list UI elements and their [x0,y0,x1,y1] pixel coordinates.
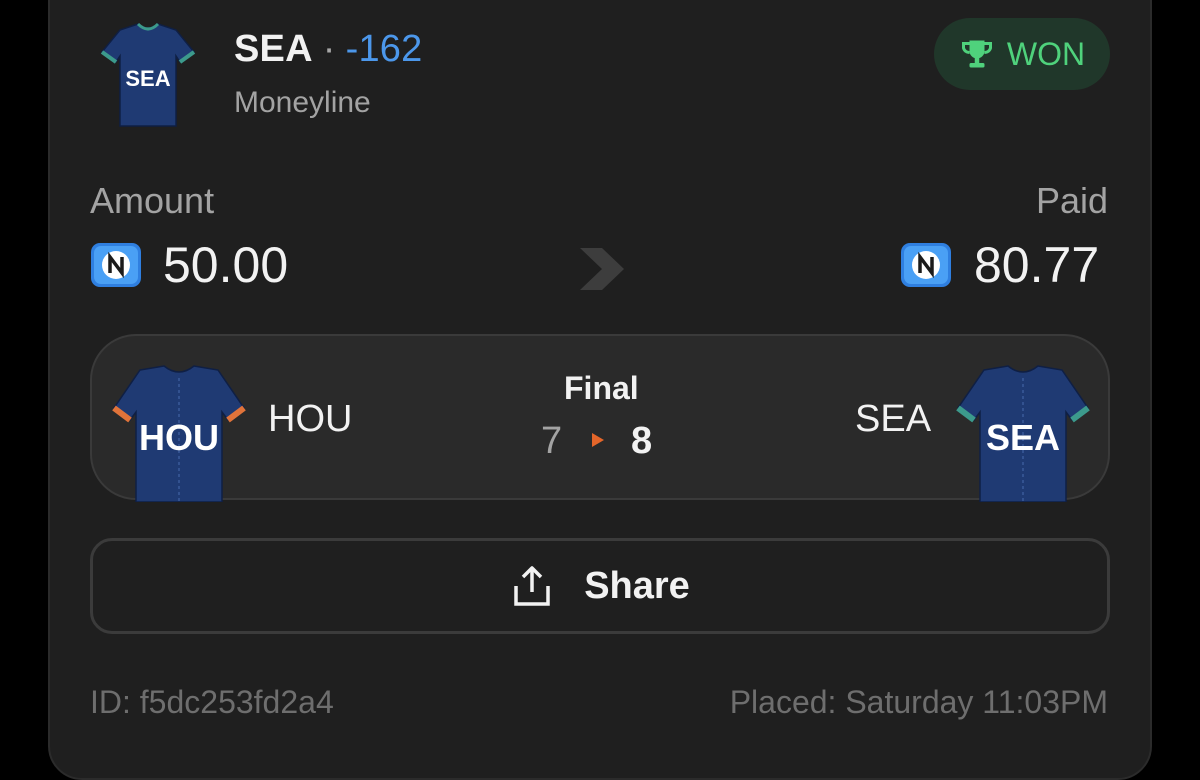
small-jersey-text: SEA [125,66,170,91]
hou-jersey-text: HOU [139,417,219,458]
share-label: Share [584,564,690,607]
winner-arrow-icon [592,433,604,447]
paid-label: Paid [1035,180,1108,221]
home-team: HOU [268,398,353,440]
bet-title: SEA · -162 [234,28,422,71]
away-team: SEA [855,398,932,440]
coin-icon [901,243,951,287]
bet-type: Moneyline [234,86,371,119]
home-score: 7 [541,420,563,462]
status-text: WON [1006,35,1086,72]
sea-jersey-icon: SEA [100,22,196,127]
amount-label: Amount [90,180,215,221]
game-status: Final [564,370,639,406]
paid-value: 80.77 [974,237,1100,293]
bet-team: SEA [234,28,313,70]
amount-value: 50.00 [163,237,289,293]
share-icon [514,566,550,606]
trophy-icon [961,40,992,68]
chevron-right-icon [580,248,624,290]
bet-odds: -162 [345,28,423,70]
sea-jersey-text: SEA [986,417,1060,458]
bet-id: ID: f5dc253fd2a4 [90,684,334,720]
title-separator: · [322,28,336,70]
status-badge: WON [934,18,1110,90]
sea-jersey-icon: SEA [956,365,1090,502]
hou-jersey-icon: HOU [112,365,246,502]
share-button[interactable]: Share [90,538,1110,634]
coin-icon [91,243,141,287]
placed-time: Placed: Saturday 11:03PM [729,684,1108,720]
away-score: 8 [631,420,653,462]
